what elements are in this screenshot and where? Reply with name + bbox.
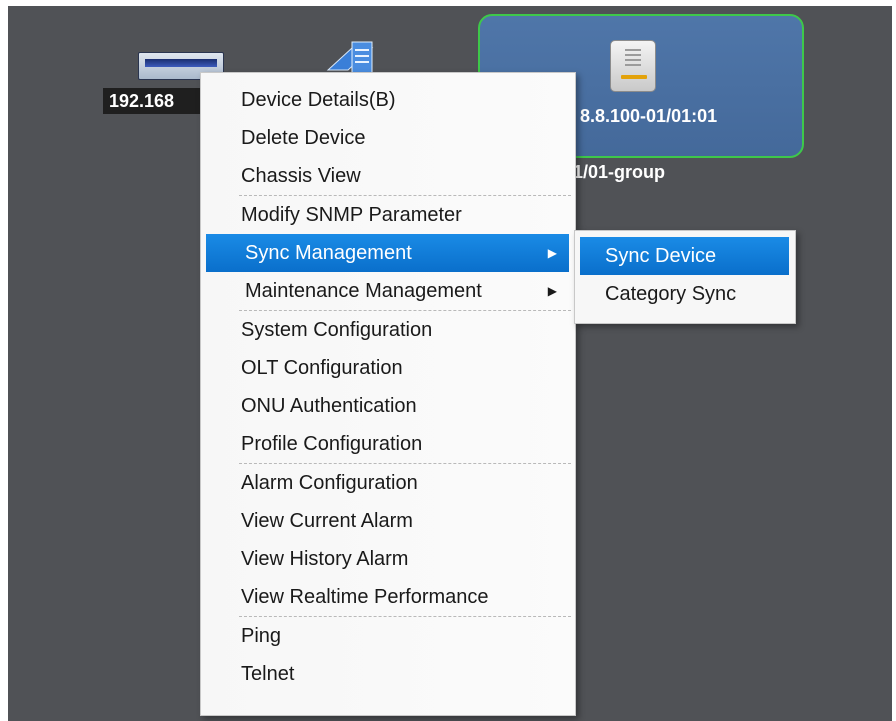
submenu-arrow-icon: ▶: [547, 284, 557, 298]
menu-item-view-current-alarm[interactable]: View Current Alarm: [201, 502, 575, 540]
menu-item-sync-management[interactable]: Sync Management ▶: [206, 234, 569, 272]
submenu-item-sync-device[interactable]: Sync Device: [580, 237, 789, 275]
menu-item-chassis-view[interactable]: Chassis View: [201, 157, 575, 195]
menu-item-view-history-alarm[interactable]: View History Alarm: [201, 540, 575, 578]
menu-item-alarm-configuration[interactable]: Alarm Configuration: [201, 464, 575, 502]
submenu-item-category-sync[interactable]: Category Sync: [575, 275, 795, 313]
submenu-arrow-icon: ▶: [547, 246, 557, 260]
menu-item-system-configuration[interactable]: System Configuration: [201, 311, 575, 349]
menu-item-modify-snmp[interactable]: Modify SNMP Parameter: [201, 196, 575, 234]
menu-item-view-realtime-performance[interactable]: View Realtime Performance: [201, 578, 575, 616]
menu-item-device-details[interactable]: Device Details(B): [201, 81, 575, 119]
menu-item-profile-configuration[interactable]: Profile Configuration: [201, 425, 575, 463]
onu-router-icon: [610, 40, 656, 92]
menu-item-onu-authentication[interactable]: ONU Authentication: [201, 387, 575, 425]
menu-item-maintenance-management[interactable]: Maintenance Management ▶: [201, 272, 575, 310]
menu-item-telnet[interactable]: Telnet: [201, 655, 575, 693]
menu-item-ping[interactable]: Ping: [201, 617, 575, 655]
menu-item-olt-configuration[interactable]: OLT Configuration: [201, 349, 575, 387]
menu-item-delete-device[interactable]: Delete Device: [201, 119, 575, 157]
device-context-menu: Device Details(B) Delete Device Chassis …: [200, 72, 576, 716]
sync-management-submenu: Sync Device Category Sync: [574, 230, 796, 324]
onu-device-label: 8.8.100-01/01:01: [580, 106, 718, 126]
